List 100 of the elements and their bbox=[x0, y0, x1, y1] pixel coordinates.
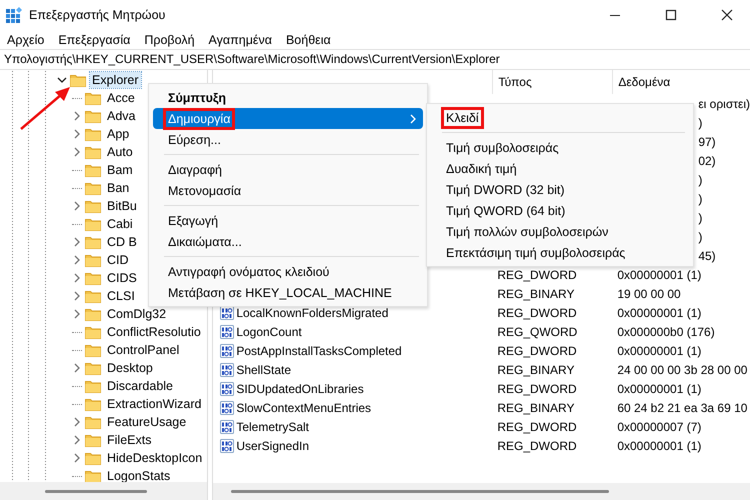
tree-item[interactable]: CIDS bbox=[105, 270, 139, 286]
tree-item[interactable]: BitBu bbox=[105, 198, 139, 214]
tree-item[interactable]: Auto bbox=[105, 144, 135, 160]
binary-value-icon bbox=[220, 344, 234, 358]
table-cell: 97) bbox=[698, 134, 716, 148]
tree-item[interactable]: Acce bbox=[105, 90, 137, 106]
scrollbar[interactable] bbox=[0, 482, 208, 500]
chevron-right-icon[interactable] bbox=[72, 363, 82, 373]
table-cell: 02) bbox=[698, 154, 716, 168]
menu-item[interactable]: Δημιουργία bbox=[153, 108, 423, 129]
column-header[interactable]: Τύπος bbox=[492, 70, 612, 94]
folder-icon bbox=[70, 74, 86, 86]
menu-item[interactable]: Δυαδική τιμή bbox=[431, 158, 689, 179]
menu-item[interactable]: Μετάβαση σε HKEY_LOCAL_MACHINE bbox=[153, 282, 423, 303]
menu-item[interactable]: Κλειδί bbox=[431, 107, 689, 128]
tree-item[interactable]: CID bbox=[105, 252, 131, 268]
tree-item[interactable]: CD B bbox=[105, 234, 139, 250]
scrollbar-thumb[interactable] bbox=[231, 490, 610, 493]
tree-item[interactable]: ConflictResolutio bbox=[105, 324, 203, 340]
menu-item[interactable]: Εξαγωγή bbox=[153, 210, 423, 231]
menu-item[interactable]: Βοήθεια bbox=[286, 32, 331, 46]
menu-item[interactable]: Διαγραφή bbox=[153, 159, 423, 180]
chevron-right-icon[interactable] bbox=[72, 435, 82, 445]
menu-item[interactable]: Επεκτάσιμη τιμή συμβολοσειράς bbox=[431, 242, 689, 263]
menu-item[interactable]: Τιμή QWORD (64 bit) bbox=[431, 200, 689, 221]
chevron-right-icon[interactable] bbox=[72, 111, 82, 121]
tree-item[interactable]: Bam bbox=[105, 162, 135, 178]
menu-item[interactable]: Αγαπημένα bbox=[208, 32, 272, 46]
chevron-right-icon[interactable] bbox=[72, 417, 82, 427]
chevron-right-icon[interactable] bbox=[72, 255, 82, 265]
menu-item[interactable]: Επεξεργασία bbox=[58, 32, 130, 46]
table-cell-text: 0x00000001 (1) bbox=[616, 382, 702, 396]
table-cell-text: REG_DWORD bbox=[496, 420, 578, 434]
chevron-right-icon[interactable] bbox=[72, 129, 82, 139]
tree-item[interactable]: Explorer bbox=[90, 72, 141, 88]
menu-item[interactable]: Τιμή πολλών συμβολοσειρών bbox=[431, 221, 689, 242]
table-cell: ) bbox=[698, 192, 702, 206]
table-cell-text: 24 00 00 00 3b 28 00 00 bbox=[616, 362, 748, 376]
tree-item[interactable]: Discardable bbox=[105, 378, 176, 394]
chevron-right-icon[interactable] bbox=[72, 453, 82, 463]
column-header[interactable]: Δεδομένα bbox=[612, 70, 750, 94]
table-cell-text: 0x00000001 (1) bbox=[616, 344, 702, 358]
tree-item[interactable]: Adva bbox=[105, 108, 138, 124]
menu-item[interactable]: Αρχείο bbox=[7, 32, 44, 46]
table-cell-text: REG_DWORD bbox=[496, 438, 578, 452]
table-cell: SIDUpdatedOnLibraries bbox=[236, 382, 364, 396]
tree-item[interactable]: FileExts bbox=[105, 432, 154, 448]
binary-value-icon bbox=[220, 362, 234, 376]
folder-icon bbox=[85, 344, 101, 356]
folder-icon bbox=[85, 416, 101, 428]
menu-item[interactable]: Προβολή bbox=[144, 32, 195, 46]
menu-item[interactable]: Τιμή συμβολοσειράς bbox=[431, 137, 689, 158]
folder-icon bbox=[85, 434, 101, 446]
chevron-right-icon[interactable] bbox=[72, 237, 82, 247]
chevron-right-icon[interactable] bbox=[72, 273, 82, 283]
menu-item[interactable]: Σύμπτυξη bbox=[153, 87, 423, 108]
address-field[interactable]: Υπολογιστής\HKEY_CURRENT_USER\Software\Microsoft\Windows\CurrentVersion\Explorer bbox=[0, 50, 750, 69]
binary-value-icon bbox=[220, 400, 234, 414]
menu-item[interactable]: Τιμή DWORD (32 bit) bbox=[431, 179, 689, 200]
chevron-right-icon[interactable] bbox=[72, 147, 82, 157]
tree-item[interactable]: Cabi bbox=[105, 216, 135, 232]
menu-item[interactable]: Αντιγραφή ονόματος κλειδιού bbox=[153, 261, 423, 282]
folder-icon bbox=[85, 308, 101, 320]
table-cell-text: 19 00 00 00 bbox=[616, 286, 681, 300]
chevron-right-icon[interactable] bbox=[72, 291, 82, 301]
tree-item[interactable]: Ban bbox=[105, 180, 132, 196]
scrollbar[interactable] bbox=[213, 483, 750, 500]
binary-value-icon bbox=[220, 438, 234, 452]
tree-item[interactable]: ControlPanel bbox=[105, 342, 182, 358]
table-cell-text: 0x00000001 (1) bbox=[616, 306, 702, 320]
table-cell-text: REG_QWORD bbox=[496, 324, 578, 338]
menu-item[interactable]: Δικαιώματα... bbox=[153, 231, 423, 252]
menu-item[interactable]: Μετονομασία bbox=[153, 180, 423, 201]
folder-icon bbox=[85, 380, 101, 392]
binary-value-icon bbox=[220, 382, 234, 396]
tree-item[interactable]: Desktop bbox=[105, 360, 155, 376]
chevron-right-icon[interactable] bbox=[72, 201, 82, 211]
tree-item[interactable]: ExtractionWizard bbox=[105, 396, 204, 412]
folder-icon bbox=[85, 200, 101, 212]
tree-item[interactable]: CLSI bbox=[105, 288, 137, 304]
chevron-down-icon[interactable] bbox=[57, 75, 67, 85]
table-cell: ει οριστει) bbox=[698, 96, 750, 110]
table-cell-text: 60 24 b2 21 ea 3a 69 10 bbox=[616, 400, 748, 414]
maximize-icon bbox=[665, 9, 677, 21]
scrollbar-thumb[interactable] bbox=[45, 490, 147, 492]
folder-icon bbox=[85, 128, 101, 140]
chevron-right-icon[interactable] bbox=[72, 309, 82, 319]
table-cell: TelemetrySalt bbox=[236, 420, 310, 434]
menu-item[interactable]: Εύρεση... bbox=[153, 129, 423, 150]
tree-item[interactable]: App bbox=[105, 126, 132, 142]
tree-item[interactable]: FeatureUsage bbox=[105, 414, 188, 430]
table-cell-text: 0x00000001 (1) bbox=[616, 268, 702, 282]
tree-item[interactable]: HideDesktopIcon bbox=[105, 450, 204, 466]
close-icon bbox=[721, 9, 733, 21]
table-cell-text: REG_BINARY bbox=[496, 286, 576, 300]
folder-icon bbox=[85, 254, 101, 266]
table-cell-text: REG_BINARY bbox=[496, 362, 576, 376]
folder-icon bbox=[85, 164, 101, 176]
binary-value-icon bbox=[220, 324, 234, 338]
tree-item[interactable]: ComDlg32 bbox=[105, 306, 168, 322]
